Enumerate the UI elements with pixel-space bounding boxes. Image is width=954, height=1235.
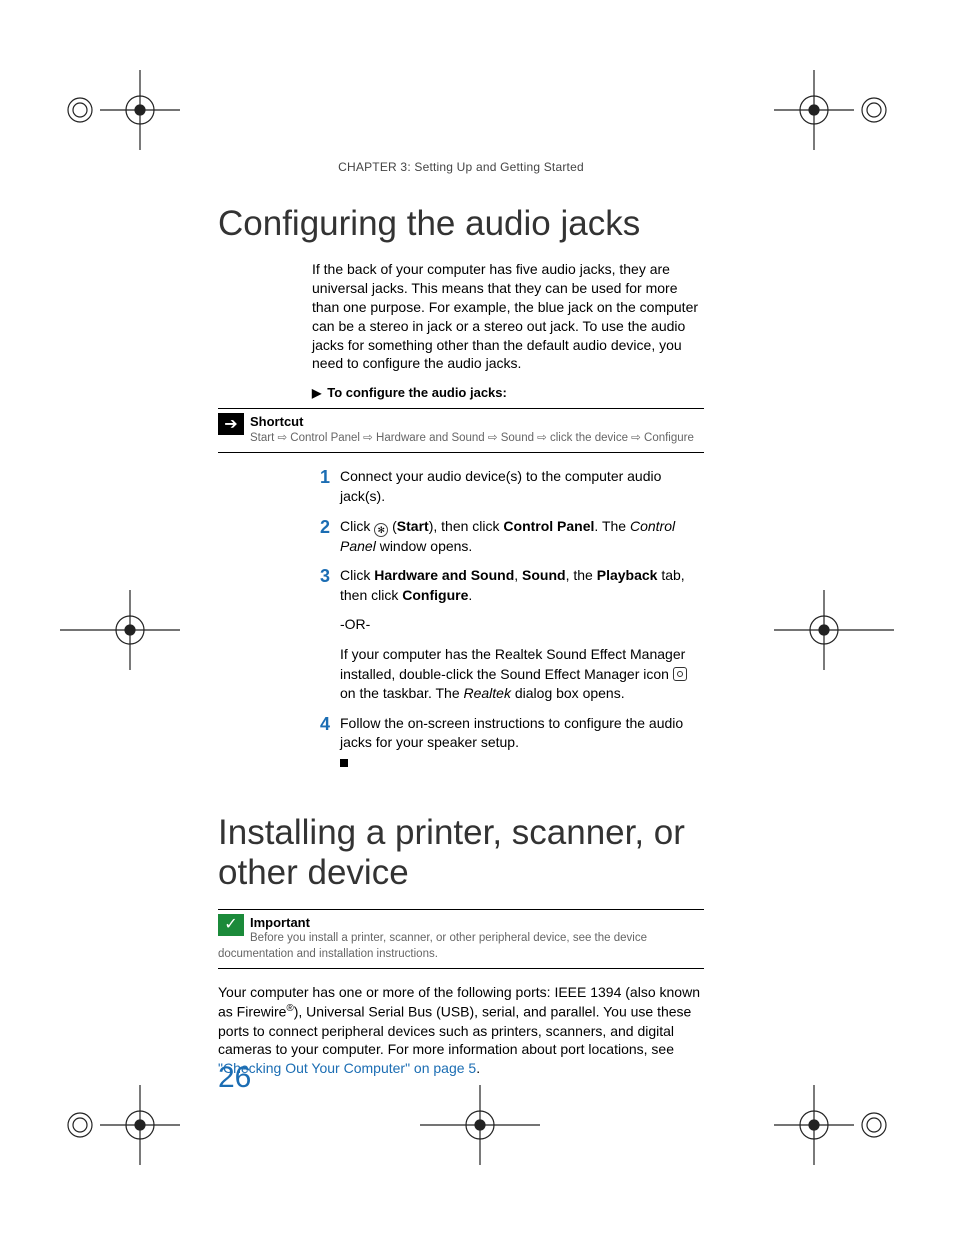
procedure-heading: ▶To configure the audio jacks: <box>312 385 704 400</box>
windows-start-icon: ✻ <box>374 523 388 537</box>
chapter-header: CHAPTER 3: Setting Up and Getting Starte… <box>218 160 704 174</box>
step-row: 3 Click Hardware and Sound, Sound, the P… <box>312 566 704 704</box>
checkmark-icon: ✓ <box>218 914 244 936</box>
section2-paragraph: Your computer has one or more of the fol… <box>218 983 704 1078</box>
step-number: 2 <box>312 517 340 557</box>
step-row: 4 Follow the on-screen instructions to c… <box>312 714 704 773</box>
sound-manager-icon <box>673 667 687 681</box>
important-callout: ✓ Important Before you install a printer… <box>218 909 704 970</box>
step-alt-text: If your computer has the Realtek Sound E… <box>340 645 704 704</box>
chapter-title: : Setting Up and Getting Started <box>407 160 584 174</box>
section-heading-audio: Configuring the audio jacks <box>218 204 704 244</box>
step-row: 2 Click ✻ (Start), then click Control Pa… <box>312 517 704 557</box>
chapter-number: CHAPTER 3 <box>338 160 407 174</box>
arrow-right-icon: ➔ <box>218 413 244 435</box>
step-text: Click ✻ (Start), then click Control Pane… <box>340 517 704 557</box>
section-heading-installing: Installing a printer, scanner, or other … <box>218 813 704 893</box>
important-text: Before you install a printer, scanner, o… <box>218 932 647 960</box>
shortcut-path: Start ⇨ Control Panel ⇨ Hardware and Sou… <box>250 432 694 444</box>
page-number: 26 <box>218 1061 251 1095</box>
step-number: 3 <box>312 566 340 704</box>
cross-reference-link[interactable]: "Checking Out Your Computer" on page 5 <box>218 1060 476 1076</box>
step-text: Click Hardware and Sound, Sound, the Pla… <box>340 566 704 704</box>
end-of-procedure-icon <box>340 759 348 767</box>
step-row: 1 Connect your audio device(s) to the co… <box>312 467 704 506</box>
step-number: 4 <box>312 714 340 773</box>
intro-paragraph: If the back of your computer has five au… <box>312 260 704 373</box>
step-text: Connect your audio device(s) to the comp… <box>340 467 704 506</box>
shortcut-callout: ➔ Shortcut Start ⇨ Control Panel ⇨ Hardw… <box>218 408 704 453</box>
step-number: 1 <box>312 467 340 506</box>
or-divider: -OR- <box>340 615 704 635</box>
shortcut-label: Shortcut <box>218 413 704 431</box>
important-label: Important <box>218 914 704 932</box>
triangle-bullet-icon: ▶ <box>312 386 321 400</box>
step-text: Follow the on-screen instructions to con… <box>340 714 704 773</box>
